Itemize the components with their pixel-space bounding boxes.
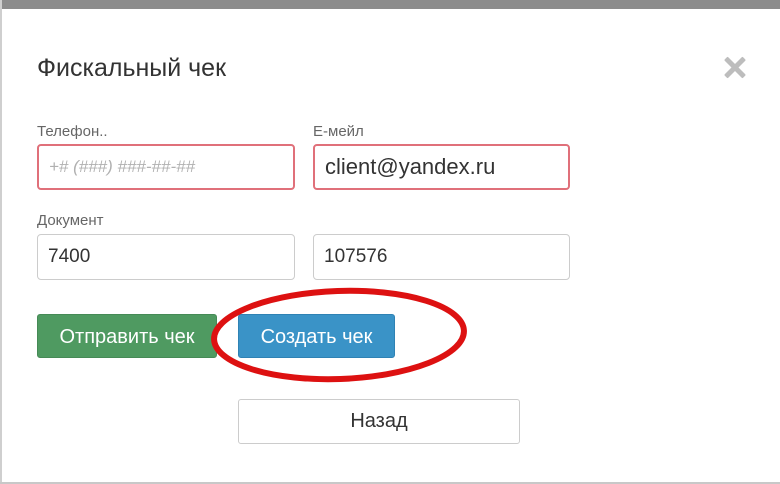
window-left-border <box>0 0 2 484</box>
email-label: Е-мейл <box>313 123 364 140</box>
document-number-input[interactable] <box>313 234 570 280</box>
back-button[interactable]: Назад <box>238 399 520 444</box>
window-top-border <box>0 0 780 9</box>
email-input[interactable] <box>313 144 570 190</box>
create-receipt-button[interactable]: Создать чек <box>238 314 395 358</box>
send-receipt-button[interactable]: Отправить чек <box>37 314 217 358</box>
dialog-title: Фискальный чек <box>37 54 227 82</box>
phone-input[interactable] <box>37 144 295 190</box>
phone-label: Телефон.. <box>37 123 108 140</box>
document-label: Документ <box>37 212 104 229</box>
document-series-input[interactable] <box>37 234 295 280</box>
close-icon[interactable] <box>720 52 750 82</box>
